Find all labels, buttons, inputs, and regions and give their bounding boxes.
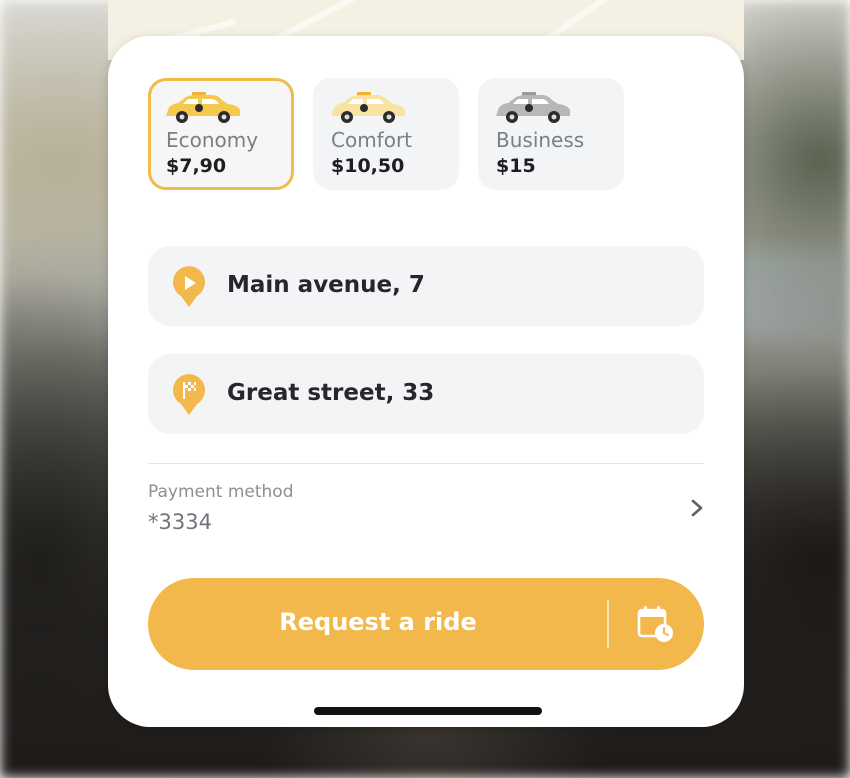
ride-request-sheet: Economy $7,90 Comfort $10,50 Business $1… — [108, 36, 744, 727]
business-car-icon — [496, 92, 570, 123]
taxi-car-icon — [166, 92, 240, 123]
flag-pin-icon — [173, 374, 205, 415]
chevron-right-icon[interactable] — [690, 499, 704, 517]
play-pin-icon — [173, 266, 205, 307]
ride-option-business[interactable]: Business $15 — [478, 78, 624, 190]
car-body — [166, 95, 240, 116]
divider — [148, 463, 704, 464]
payment-method-row[interactable]: Payment method *3334 — [148, 479, 704, 541]
destination-address: Great street, 33 — [227, 380, 435, 406]
ride-option-name: Economy — [166, 128, 259, 152]
ride-option-comfort[interactable]: Comfort $10,50 — [313, 78, 459, 190]
ride-option-price: $10,50 — [331, 155, 405, 177]
taxi-car-icon — [331, 92, 405, 123]
destination-location-field[interactable]: Great street, 33 — [148, 354, 704, 434]
car-body — [496, 95, 570, 116]
button-separator — [607, 600, 609, 648]
ride-option-price: $15 — [496, 155, 536, 177]
request-ride-button-group: Request a ride — [148, 578, 704, 670]
pickup-address: Main avenue, 7 — [227, 272, 425, 298]
calendar-clock-icon[interactable] — [636, 604, 676, 644]
car-body — [331, 95, 405, 116]
ride-option-name: Comfort — [331, 128, 413, 152]
ride-option-name: Business — [496, 128, 585, 152]
request-ride-button[interactable]: Request a ride — [148, 608, 608, 636]
pickup-location-field[interactable]: Main avenue, 7 — [148, 246, 704, 326]
payment-method-value: *3334 — [148, 510, 212, 534]
ride-option-price: $7,90 — [166, 155, 227, 177]
ride-option-economy[interactable]: Economy $7,90 — [148, 78, 294, 190]
payment-method-label: Payment method — [148, 482, 294, 502]
home-indicator — [314, 707, 542, 715]
